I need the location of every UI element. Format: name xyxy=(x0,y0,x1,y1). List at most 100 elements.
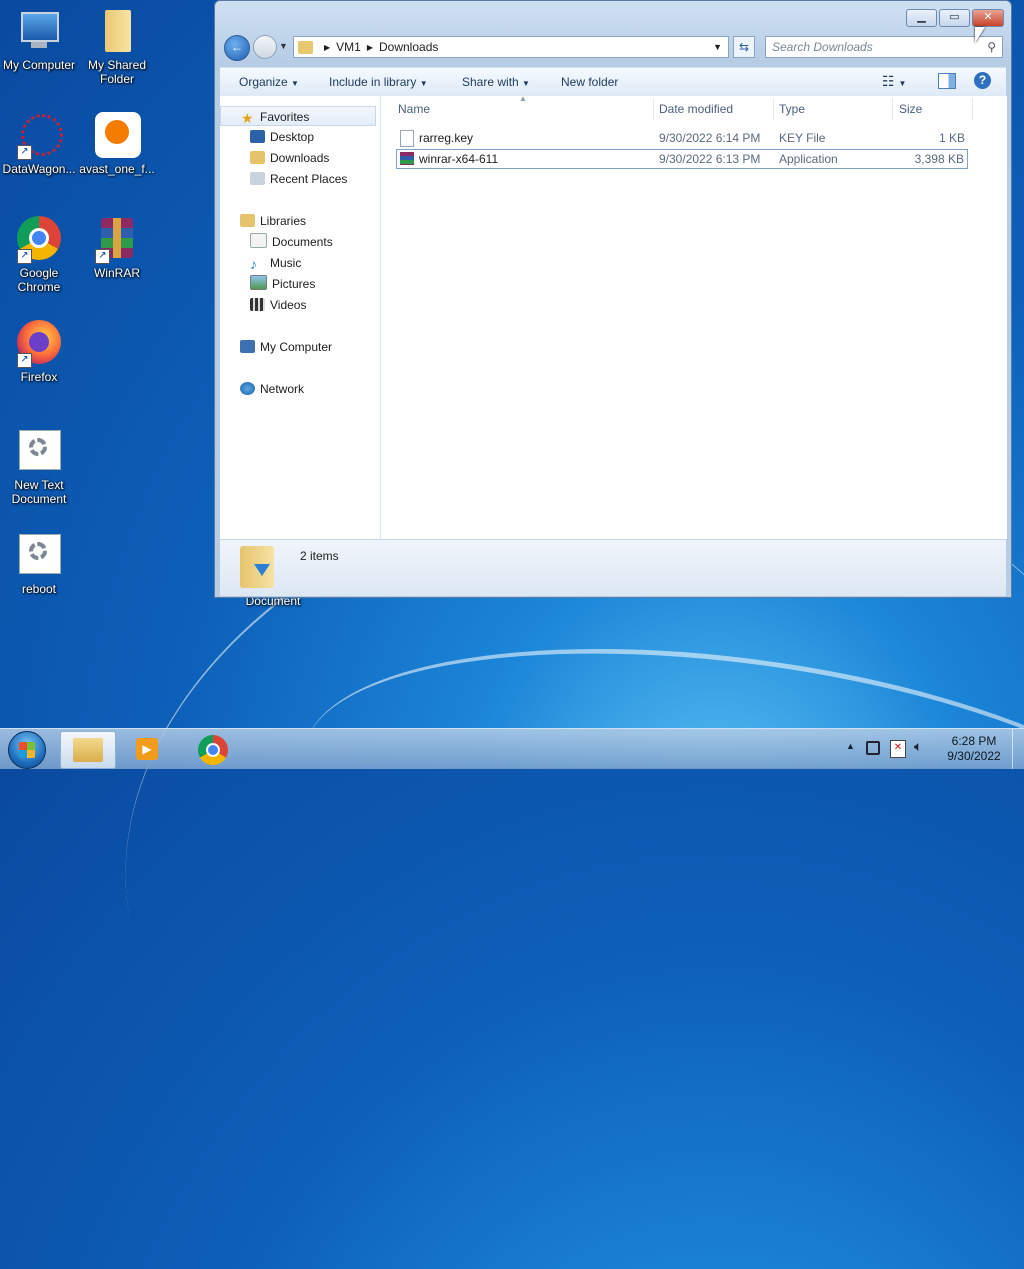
file-date: 9/30/2022 6:14 PM xyxy=(659,131,761,145)
mouse-cursor-icon xyxy=(975,27,985,43)
nav-videos[interactable]: Videos xyxy=(250,295,306,315)
desktop-icon-firefox[interactable]: ↗ Firefox xyxy=(0,320,78,384)
search-placeholder: Search Downloads xyxy=(772,40,873,54)
show-desktop-button[interactable] xyxy=(1012,729,1024,769)
show-hidden-icons-button[interactable]: ▲ xyxy=(846,741,855,751)
libraries-icon xyxy=(240,214,255,227)
nav-label: Music xyxy=(270,256,302,270)
clock[interactable]: 6:28 PM 9/30/2022 xyxy=(944,734,1004,764)
computer-icon xyxy=(240,340,255,353)
shortcut-arrow-icon: ↗ xyxy=(95,249,110,264)
desktop-icon-label: My Shared Folder xyxy=(87,58,147,86)
details-pane: 2 items xyxy=(220,539,1006,596)
script-file-icon xyxy=(15,532,63,580)
shortcut-arrow-icon: ↗ xyxy=(17,249,32,264)
file-row[interactable]: winrar-x64-611 9/30/2022 6:13 PM Applica… xyxy=(396,149,968,169)
nav-recent-places[interactable]: Recent Places xyxy=(250,169,347,189)
generic-file-icon xyxy=(400,130,414,147)
nav-label: Documents xyxy=(272,235,333,249)
winrar-installer-icon xyxy=(400,152,414,165)
file-name: winrar-x64-611 xyxy=(419,152,499,166)
breadcrumb-separator-icon: ▶ xyxy=(324,42,331,52)
search-input[interactable]: Search Downloads ⚲ xyxy=(765,36,1003,58)
desktop-icon-my-computer[interactable]: My Computer xyxy=(0,8,78,72)
desktop-icon-label: Google Chrome xyxy=(17,266,61,294)
share-with-menu[interactable]: Share with ▼ xyxy=(462,75,530,89)
refresh-button[interactable]: ⇆ xyxy=(733,36,755,58)
pictures-icon xyxy=(250,275,267,290)
star-icon: ★ xyxy=(241,110,254,126)
file-size: 1 KB xyxy=(938,131,965,145)
breadcrumb-vm1[interactable]: VM1 xyxy=(336,40,361,54)
nav-libraries[interactable]: Libraries xyxy=(240,211,306,231)
nav-label: Downloads xyxy=(270,151,330,165)
maximize-button[interactable]: ▭ xyxy=(939,9,970,27)
nav-network[interactable]: Network xyxy=(240,379,304,399)
minimize-button[interactable]: ▁ xyxy=(906,9,937,27)
view-options-icon[interactable]: ☷ ▼ xyxy=(882,73,906,90)
nav-desktop[interactable]: Desktop xyxy=(250,127,314,147)
media-player-icon: ▶ xyxy=(136,738,158,760)
close-button[interactable]: ✕ xyxy=(972,9,1004,27)
taskbar-chrome-button[interactable] xyxy=(186,731,240,767)
winrar-icon: ↗ xyxy=(93,216,141,264)
column-size[interactable]: Size xyxy=(899,102,922,116)
nav-label: Videos xyxy=(270,298,307,312)
taskbar-explorer-button[interactable] xyxy=(60,731,116,769)
network-tray-icon[interactable] xyxy=(866,741,880,755)
nav-favorites[interactable]: ★ Favorites xyxy=(220,106,376,126)
nav-downloads[interactable]: Downloads xyxy=(250,148,329,168)
file-row[interactable]: rarreg.key 9/30/2022 6:14 PM KEY File 1 … xyxy=(396,128,968,148)
taskbar-media-player-button[interactable]: ▶ xyxy=(120,731,174,767)
nav-label: My Computer xyxy=(260,340,333,354)
taskbar: ▶ ▲ ✕ 🔈︎ 6:28 PM 9/30/2022 xyxy=(0,728,1024,769)
desktop-icon-chrome[interactable]: ↗ Google Chrome xyxy=(0,216,78,294)
recent-pages-dropdown[interactable]: ▼ xyxy=(279,41,288,51)
script-file-icon xyxy=(15,428,63,476)
desktop-icon-reboot[interactable]: reboot xyxy=(0,532,78,596)
volume-icon[interactable]: 🔈︎ xyxy=(914,738,922,755)
desktop-icon-winrar[interactable]: ↗ WinRAR xyxy=(78,216,156,280)
address-dropdown-icon[interactable]: ▼ xyxy=(713,42,722,52)
organize-label: Organize xyxy=(239,75,288,89)
back-button[interactable]: ← xyxy=(224,35,250,61)
breadcrumb-downloads[interactable]: Downloads xyxy=(379,40,438,54)
nav-my-computer[interactable]: My Computer xyxy=(240,337,332,357)
nav-label: Recent Places xyxy=(270,172,348,186)
nav-label: Favorites xyxy=(260,110,310,124)
column-date-modified[interactable]: Date modified xyxy=(659,102,733,116)
firefox-icon: ↗ xyxy=(15,320,63,368)
nav-documents[interactable]: Documents xyxy=(250,232,333,252)
column-name[interactable]: Name xyxy=(398,102,430,116)
file-list: ▲ Name Date modified Type Size rarreg.ke… xyxy=(381,94,1007,539)
film-strip-icon xyxy=(250,298,265,311)
chevron-down-icon: ▼ xyxy=(291,79,299,88)
nav-music[interactable]: ♪ Music xyxy=(250,253,301,273)
start-button[interactable] xyxy=(8,731,46,769)
shortcut-arrow-icon: ↗ xyxy=(17,145,32,160)
file-type: Application xyxy=(779,152,838,166)
preview-pane-icon[interactable] xyxy=(938,73,956,89)
help-icon[interactable]: ? xyxy=(974,72,991,89)
include-in-library-menu[interactable]: Include in library ▼ xyxy=(329,75,428,89)
action-center-icon[interactable]: ✕ xyxy=(890,740,906,758)
column-separator xyxy=(892,98,893,120)
file-size: 3,398 KB xyxy=(914,152,964,166)
chevron-down-icon: ▼ xyxy=(419,79,428,88)
forward-button[interactable] xyxy=(253,35,277,59)
desktop-icon-shared-folder[interactable]: My Shared Folder xyxy=(78,8,156,86)
windows-logo-icon xyxy=(19,742,35,758)
nav-pictures[interactable]: Pictures xyxy=(250,274,315,294)
documents-icon xyxy=(250,233,267,248)
desktop-icon-datawagon[interactable]: ↗ DataWagon... xyxy=(0,112,78,176)
new-folder-button[interactable]: New folder xyxy=(561,75,618,89)
column-type[interactable]: Type xyxy=(779,102,805,116)
folder-icon xyxy=(93,8,141,56)
column-separator xyxy=(773,98,774,120)
network-icon xyxy=(240,382,255,395)
address-bar[interactable]: ▶ VM1 ▶ Downloads ▼ xyxy=(293,36,729,58)
desktop-icon-avast[interactable]: avast_one_f... xyxy=(78,112,156,176)
desktop-icon-new-text-document[interactable]: New Text Document xyxy=(0,428,78,506)
organize-menu[interactable]: Organize ▼ xyxy=(239,75,299,89)
desktop-icon-label: Firefox xyxy=(20,370,58,384)
